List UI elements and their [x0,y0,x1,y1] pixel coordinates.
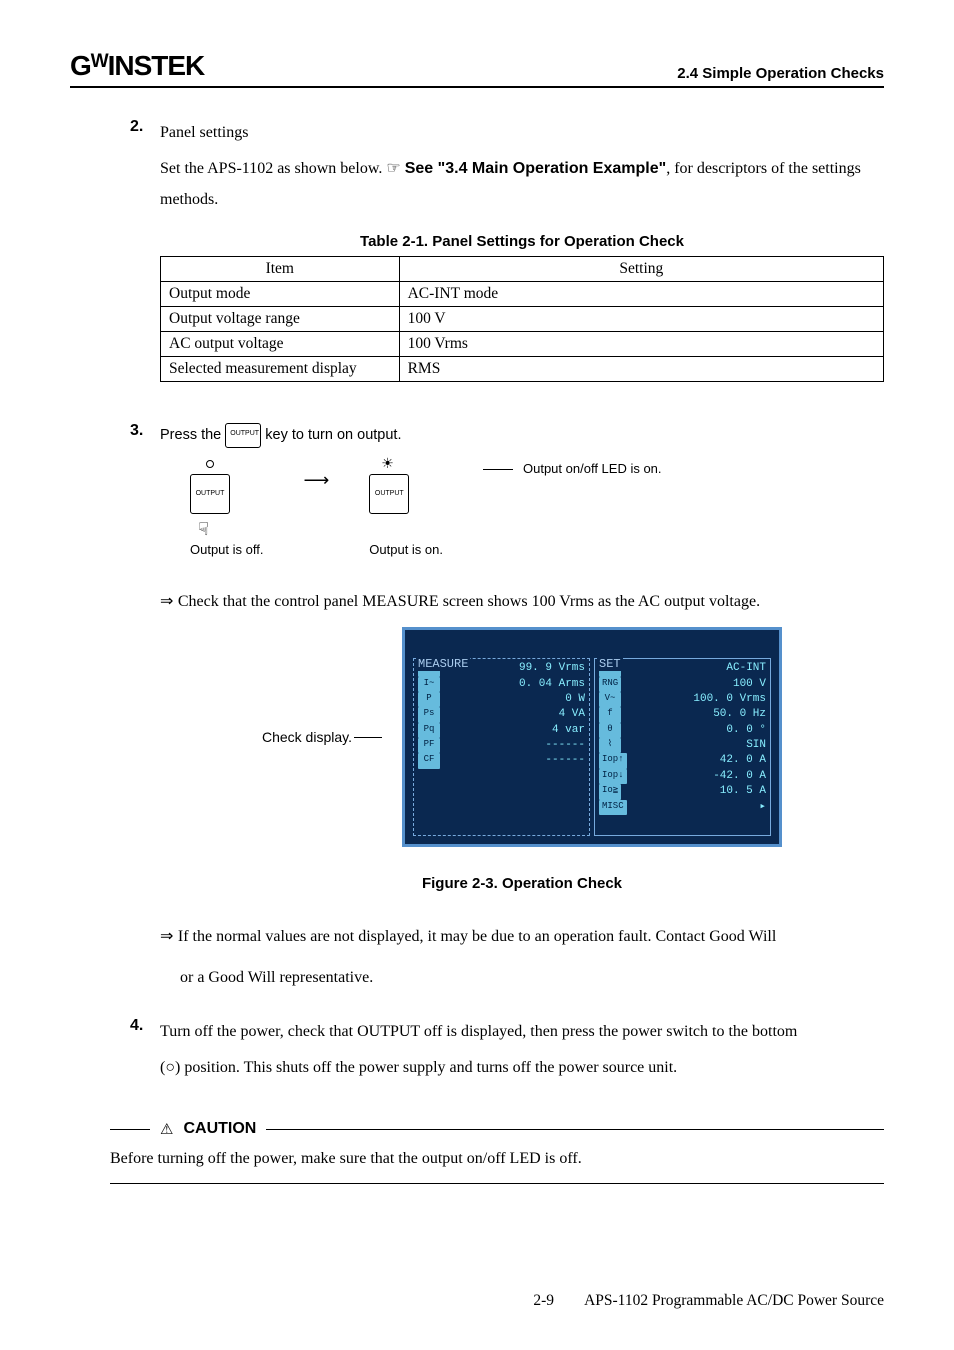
output-button-off: OUTPUT [190,474,230,514]
cell: 100 Vrms [399,332,883,357]
step-3: 3. Press the OUTPUT key to turn on outpu… [130,422,884,999]
caution-text: Before turning off the power, make sure … [110,1145,884,1185]
step4-line-b: (○) position. This shuts off the power s… [160,1053,884,1083]
figure-caption: Figure 2-3. Operation Check [160,875,884,892]
see-icon: ☞ [386,160,400,177]
press-output-line: Press the OUTPUT key to turn on output. [160,422,884,450]
cell: AC-INT mode [399,282,883,307]
lcd-set-panel: SET MODAC-INT RNG100 V V~100. 0 Vrms f50… [594,658,771,836]
lcd-measure-panel: MEASURE V~99. 9 Vrms I~0. 04 Arms P0 W P… [413,658,590,836]
caution-label: CAUTION [183,1120,256,1138]
display-area: Check display. MEASURE V~99. 9 Vrms I~0.… [160,627,884,847]
fault-note: ⇒ If the normal values are not displayed… [160,922,884,952]
table-row: Output modeAC-INT mode [161,282,884,307]
fault-a: If the normal values are not displayed, … [178,928,776,945]
led-note: Output on/off LED is on. [523,461,662,476]
cell: RMS [399,357,883,382]
section-title: 2.4 Simple Operation Checks [677,65,884,82]
col-item: Item [161,257,400,282]
check-display-label: Check display. [262,729,352,745]
caution-block: ⚠ CAUTION Before turning off the power, … [110,1120,884,1185]
step-2: 2. Panel settings Set the APS-1102 as sh… [130,118,884,412]
cell: Output voltage range [161,307,400,332]
cell: 100 V [399,307,883,332]
brand-logo: GᵂINSTEK [70,50,204,82]
see-ref: See "3.4 Main Operation Example" [405,160,666,177]
check-measure-line: ⇒ Check that the control panel MEASURE s… [160,587,884,617]
output-off-label: Output is off. [190,542,263,557]
col-setting: Setting [399,257,883,282]
step-4: 4. Turn off the power, check that OUTPUT… [130,1017,884,1090]
step-number: 3. [130,422,160,999]
arrow-icon: ⟶ [303,470,329,491]
cell: Output mode [161,282,400,307]
hand-cursor-icon: ☟ [198,519,209,540]
fault-note-b: or a Good Will representative. [160,963,884,993]
page-number: 2-9 [533,1292,554,1310]
cell: Selected measurement display [161,357,400,382]
text-b: key to turn on output. [265,422,401,450]
step-number: 2. [130,118,160,412]
table-row: Selected measurement displayRMS [161,357,884,382]
doc-title: APS-1102 Programmable AC/DC Power Source [584,1292,884,1310]
led-on-icon: ☀ [381,456,394,473]
table-caption: Table 2-1. Panel Settings for Operation … [160,233,884,250]
step4-line-a: Turn off the power, check that OUTPUT of… [160,1017,884,1047]
lcd-set-title: SET [597,657,623,671]
desc-a: Set the APS-1102 as shown below. [160,160,386,177]
output-on-label: Output is on. [369,542,443,557]
cell: AC output voltage [161,332,400,357]
output-button-on: OUTPUT [369,474,409,514]
table-header-row: Item Setting [161,257,884,282]
panel-settings-title: Panel settings [160,118,884,148]
arrow-icon: ⇒ [160,928,178,945]
led-off-icon [206,460,214,468]
step-number: 4. [130,1017,160,1090]
check-text: Check that the control panel MEASURE scr… [178,593,760,610]
circle-icon: ○ [165,1059,175,1076]
table-row: AC output voltage100 Vrms [161,332,884,357]
page-footer: 2-9 APS-1102 Programmable AC/DC Power So… [70,1292,884,1310]
panel-settings-desc: Set the APS-1102 as shown below. ☞ See "… [160,154,884,215]
warning-icon: ⚠ [160,1120,173,1139]
output-diagram: OUTPUT ☟ Output is off. ⟶ ☀ OUTPUT Outpu… [190,460,884,557]
output-key-icon: OUTPUT [225,423,261,448]
settings-table: Item Setting Output modeAC-INT mode Outp… [160,256,884,382]
text-a: Press the [160,422,221,450]
arrow-icon: ⇒ [160,593,178,610]
table-row: Output voltage range100 V [161,307,884,332]
lcd-screen: MEASURE V~99. 9 Vrms I~0. 04 Arms P0 W P… [402,627,782,847]
lcd-measure-title: MEASURE [416,657,470,671]
page-header: GᵂINSTEK 2.4 Simple Operation Checks [70,50,884,88]
